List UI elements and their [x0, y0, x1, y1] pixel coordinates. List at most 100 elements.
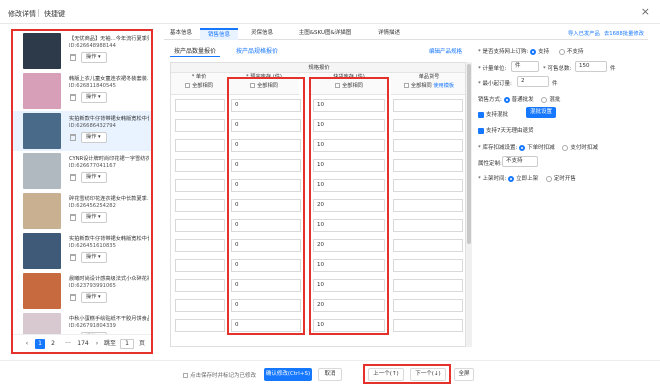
trash-icon[interactable] — [70, 94, 76, 101]
sale-mode-mix-radio[interactable] — [541, 96, 548, 103]
price-input[interactable] — [175, 119, 225, 132]
product-item[interactable]: 实拍新款牛仔背带裙女韩版宽松中长款…ID:626451610835 操作 ▾ — [13, 231, 151, 271]
edit-spec-link[interactable]: 编辑产品规格 — [429, 47, 462, 55]
page-last-button[interactable]: 174 — [76, 339, 90, 349]
product-id: ID:626686432794 — [69, 123, 116, 129]
shortcut-tab[interactable]: 快捷键 — [44, 9, 65, 19]
product-operation-dropdown[interactable]: 操作 ▾ — [81, 172, 107, 183]
sku-code-input[interactable] — [393, 179, 463, 192]
returns-checkbox[interactable] — [478, 127, 484, 134]
product-item[interactable]: 碎花雪纺印花连衣裙女中长款夏季… ID:626456254282 操作 ▾ — [13, 191, 151, 231]
price-input[interactable] — [175, 259, 225, 272]
unit-select[interactable]: 件 — [511, 61, 539, 72]
sku-code-input[interactable] — [393, 239, 463, 252]
price-input[interactable] — [175, 219, 225, 232]
sku-code-input[interactable] — [393, 199, 463, 212]
mix-checkbox[interactable] — [478, 111, 484, 118]
subtab-by-spec[interactable]: 按产品规格报价 — [232, 46, 282, 57]
inventory-pay-radio[interactable] — [562, 144, 569, 151]
sellable-input[interactable]: 150 — [575, 61, 607, 72]
price-input[interactable] — [175, 179, 225, 192]
price-input[interactable] — [175, 199, 225, 212]
product-operation-dropdown[interactable]: 操作 ▾ — [81, 212, 107, 223]
operation-label: 操作 — [86, 94, 97, 100]
mix-settings-button[interactable]: 混批设置 — [526, 107, 556, 118]
product-thumbnail — [23, 193, 61, 229]
import-products-link[interactable]: 导入已发产品 — [568, 29, 600, 37]
price-same-checkbox[interactable] — [185, 83, 191, 88]
price-input[interactable] — [175, 159, 225, 172]
tab-basic-info[interactable]: 基本信息 — [164, 28, 198, 40]
product-thumbnail — [23, 113, 61, 149]
product-operation-dropdown[interactable]: 操作 ▾ — [81, 92, 107, 103]
sale-mode-wholesale-radio[interactable] — [503, 96, 510, 103]
sku-code-input[interactable] — [393, 279, 463, 292]
inventory-order-radio[interactable] — [519, 144, 526, 151]
cod-no-radio[interactable] — [558, 48, 565, 55]
mix-row: 支持混批 — [478, 110, 508, 118]
tab-description[interactable]: 详情描述 — [370, 28, 408, 40]
sku-code-input[interactable] — [393, 99, 463, 112]
launch-scheduled-radio[interactable] — [545, 175, 552, 182]
price-input[interactable] — [175, 319, 225, 332]
close-icon[interactable]: × — [641, 6, 650, 17]
tab-images[interactable]: 主图&SKU图&详描图 — [284, 28, 366, 40]
sku-same-checkbox[interactable] — [403, 83, 409, 88]
next-page-button[interactable]: › — [93, 339, 101, 349]
fullscreen-button[interactable]: 全屏 — [454, 368, 474, 381]
minorder-input[interactable]: 2 — [517, 76, 549, 87]
launch-now-radio[interactable] — [508, 175, 515, 182]
sale-mode-wholesale: 普通批发 — [511, 97, 534, 103]
table-scrollbar[interactable] — [466, 62, 472, 347]
spec-price-table: 规格报价 * 单价 全部相同 * 预完库存 (件) 全部相同 快货库存 (件) … — [170, 62, 466, 347]
attr-select[interactable]: 不支持 — [502, 156, 538, 167]
save-mark-checkbox[interactable] — [183, 373, 188, 378]
trash-icon[interactable] — [70, 214, 76, 221]
trash-icon[interactable] — [70, 134, 76, 141]
product-item[interactable]: CYNR设计牌时尚印花裙一字雪纺衣… ID:626677041167 操作 ▾ — [13, 151, 151, 191]
product-item[interactable]: 实拍新款牛仔背带裙女韩版宽松中长款…ID:626686432794 操作 ▾ — [13, 111, 151, 151]
trash-icon[interactable] — [70, 54, 76, 61]
use-template-link[interactable]: 使用模板 — [433, 83, 454, 89]
product-item[interactable]: 韩版上衣儿童女童连衣裙冬装套装… ID:626811840545 操作 ▾ — [13, 71, 151, 111]
cancel-button[interactable]: 取消 — [318, 368, 342, 381]
price-input[interactable] — [175, 279, 225, 292]
product-operation-dropdown[interactable]: 操作 ▾ — [81, 52, 107, 63]
page-ellipsis[interactable]: ··· — [63, 339, 73, 349]
nav-highlight — [363, 364, 451, 384]
product-item[interactable]: 【无忧商品】无袖…今年流行夏季男… ID:626648988144 操作 ▾ — [13, 31, 151, 71]
price-input[interactable] — [175, 139, 225, 152]
goto-page-input[interactable]: 1 — [120, 339, 134, 349]
price-input[interactable] — [175, 99, 225, 112]
sku-code-input[interactable] — [393, 319, 463, 332]
price-input[interactable] — [175, 239, 225, 252]
trash-icon[interactable] — [70, 174, 76, 181]
sku-code-input[interactable] — [393, 299, 463, 312]
confirm-button[interactable]: 确认修改(Ctrl+S) — [264, 368, 312, 381]
page-1-button[interactable]: 1 — [35, 339, 45, 349]
trash-icon[interactable] — [70, 294, 76, 301]
sku-code-input[interactable] — [393, 159, 463, 172]
cod-yes-radio[interactable] — [530, 48, 537, 55]
sale-mode-mix: 混批 — [549, 97, 561, 103]
price-input[interactable] — [175, 299, 225, 312]
trash-icon[interactable] — [70, 254, 76, 261]
prev-page-button[interactable]: ‹ — [23, 339, 31, 349]
product-operation-dropdown[interactable]: 操作 ▾ — [81, 292, 107, 303]
sku-code-input[interactable] — [393, 259, 463, 272]
product-operation-dropdown[interactable]: 操作 ▾ — [81, 132, 107, 143]
tab-sales-info[interactable]: 销售信息 — [200, 28, 238, 40]
subtab-by-quantity[interactable]: 按产品数量报价 — [170, 46, 221, 57]
product-id: ID:626811840545 — [69, 83, 116, 89]
modal-header: 修改详情 快捷键 × — [0, 0, 660, 24]
page-2-button[interactable]: 2 — [48, 339, 58, 349]
sku-code-input[interactable] — [393, 119, 463, 132]
product-name: 韩版上衣儿童女童连衣裙冬装套装… — [69, 76, 149, 82]
sku-code-input[interactable] — [393, 139, 463, 152]
product-item[interactable]: 晨曦时尚设计感高级法式小众碎花裙… ID:623793991065 操作 ▾ — [13, 271, 151, 311]
tab-guarantee-info[interactable]: 灵保信息 — [242, 28, 282, 40]
product-operation-dropdown[interactable]: 操作 ▾ — [81, 252, 107, 263]
scroll-thumb[interactable] — [467, 64, 471, 244]
batch-edit-link[interactable]: 去1688批量修改 — [604, 29, 644, 37]
sku-code-input[interactable] — [393, 219, 463, 232]
